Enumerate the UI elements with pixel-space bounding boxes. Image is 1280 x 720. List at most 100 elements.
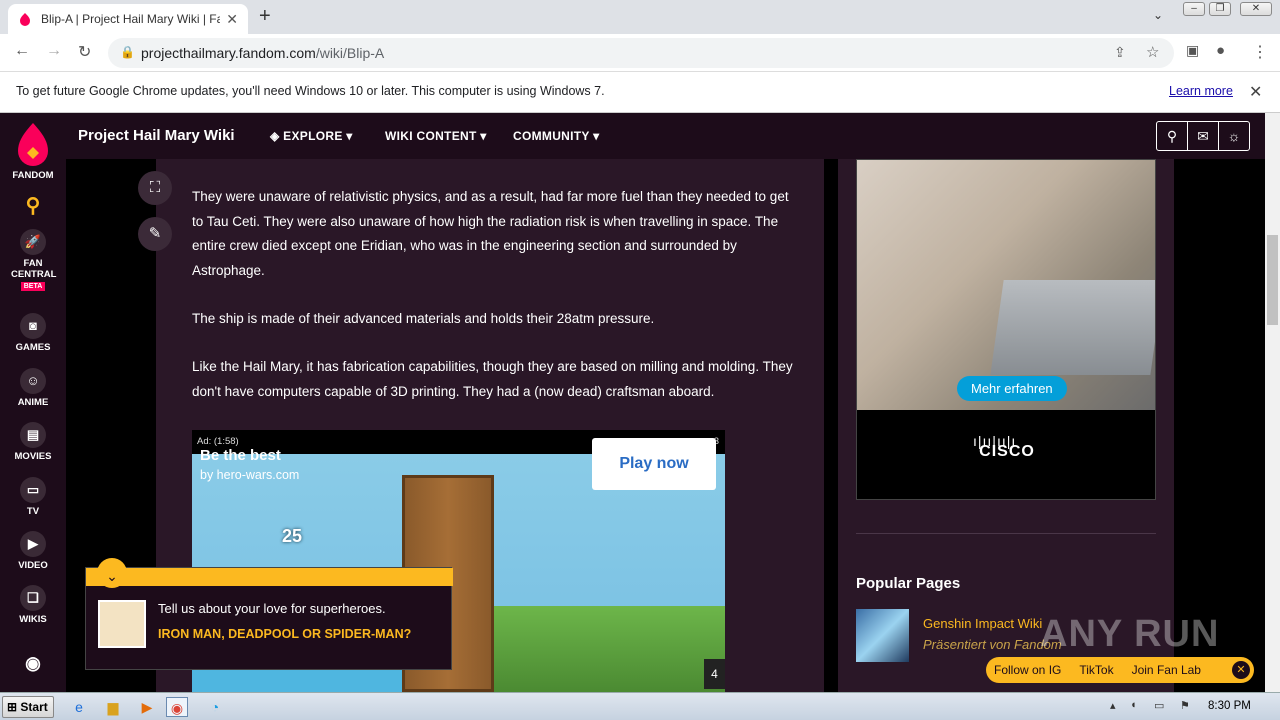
explore-menu[interactable]: ◈ EXPLORE ▾ (270, 129, 353, 143)
fan-lab-link[interactable]: Join Fan Lab (1132, 663, 1201, 677)
learn-more-link[interactable]: Learn more (1169, 84, 1233, 98)
article-paragraph: Like the Hail Mary, it has fabrication c… (192, 359, 793, 399)
cisco-wordmark: CISCO (979, 443, 1035, 460)
tv-icon: ▭ (20, 477, 46, 503)
anime-label: ANIME (17, 397, 49, 408)
active-tab[interactable]: Blip-A | Project Hail Mary Wiki | Fand ✕ (8, 4, 248, 34)
genshin-thumbnail[interactable] (856, 609, 909, 662)
profile-icon[interactable]: ● (1216, 42, 1225, 59)
chrome-icon[interactable]: ◉ (166, 697, 188, 717)
cisco-display-ad[interactable]: Mehr erfahren ı|ıı|ıı|ı CISCO (856, 159, 1156, 500)
taskbar-clock[interactable]: 8:30 PM (1208, 700, 1251, 712)
gamepad-icon: ◙ (20, 313, 46, 339)
ie-icon[interactable]: e (68, 697, 90, 717)
rail-movies[interactable]: ▤ MOVIES (0, 422, 66, 462)
tab-close-icon[interactable]: ✕ (226, 11, 238, 28)
community-label: COMMUNITY (513, 129, 590, 143)
tv-label: TV (26, 506, 40, 517)
follow-ig-link[interactable]: Follow on IG (994, 663, 1061, 677)
header-actions: ⚲ ✉ ☼ (1156, 121, 1250, 151)
games-label: GAMES (15, 342, 51, 353)
play-now-button[interactable]: Play now (592, 438, 716, 490)
ad-score: 25 (282, 526, 303, 546)
address-bar[interactable]: 🔒 projecthailmary.fandom.com/wiki/Blip-A… (108, 38, 1174, 68)
window-close-button[interactable]: ✕ (1240, 2, 1272, 16)
start-label: Start (20, 700, 48, 714)
edge-icon[interactable]: ◔ (204, 697, 226, 717)
wiki-content-menu[interactable]: WIKI CONTENT ▾ (385, 129, 487, 143)
edit-pencil-icon[interactable]: ✎ (138, 217, 172, 251)
new-tab-button[interactable]: + (259, 5, 271, 28)
video-label: VIDEO (18, 560, 48, 571)
windows-taskbar: ⊞ Start e ▆ ▶ ◉ ◔ ▴ ◖ ▭ ⚑ 8:30 PM (0, 692, 1280, 720)
tray-arrow-icon[interactable]: ▴ (1110, 699, 1116, 712)
account-icon[interactable]: ◉ (0, 653, 66, 674)
popup-top-bar (86, 568, 453, 586)
article-paragraph: They were unaware of relativistic physic… (192, 189, 789, 278)
infobar-message: To get future Google Chrome updates, you… (16, 84, 605, 98)
popup-link[interactable]: IRON MAN, DEADPOOL OR SPIDER-MAN? (158, 626, 428, 642)
flag-icon[interactable]: ⚑ (1180, 699, 1190, 712)
close-icon[interactable]: ✕ (1232, 661, 1250, 679)
ad-source: by hero-wars.com (200, 468, 300, 482)
tab-search-chevron-icon[interactable]: ⌄ (1153, 8, 1163, 22)
wiki-title[interactable]: Project Hail Mary Wiki (78, 127, 235, 144)
tab-title: Blip-A | Project Hail Mary Wiki | Fand (41, 12, 221, 26)
menu-kebab-icon[interactable]: ⋮ (1252, 42, 1268, 62)
collapse-chevron-icon[interactable]: ⌄ (97, 558, 127, 588)
ad-label: Ad: (1:58) (197, 436, 239, 447)
bookmark-star-icon[interactable]: ☆ (1146, 43, 1159, 61)
play-icon: ▶ (20, 531, 46, 557)
volume-icon[interactable]: ◖ (1130, 699, 1137, 711)
navigation-bar: ← → ↻ 🔒 projecthailmary.fandom.com/wiki/… (0, 34, 1280, 72)
popup-prompt: Tell us about your love for superheroes. (158, 601, 386, 616)
theme-toggle-icon[interactable]: ☼ (1219, 122, 1249, 150)
restore-button[interactable]: ❐ (1209, 2, 1231, 16)
laptop-image (990, 280, 1155, 375)
fandom-flame-icon (18, 123, 48, 166)
infobar-close-icon[interactable]: ✕ (1249, 82, 1262, 102)
share-icon[interactable]: ⇪ (1114, 44, 1126, 61)
superhero-illustration (98, 600, 146, 648)
community-menu[interactable]: COMMUNITY ▾ (513, 129, 599, 143)
follow-pill: Follow on IG TikTok Join Fan Lab ✕ (986, 657, 1254, 683)
tiktok-link[interactable]: TikTok (1079, 663, 1113, 677)
media-player-icon[interactable]: ▶ (136, 697, 158, 717)
fullscreen-icon[interactable]: ⛶ (138, 171, 172, 205)
rail-fan-central[interactable]: 🚀 FAN CENTRAL BETA (0, 229, 66, 291)
rail-video[interactable]: ▶ VIDEO (0, 531, 66, 571)
reload-icon[interactable]: ↻ (78, 42, 91, 62)
fandom-wordmark: FANDOM (12, 170, 54, 181)
fandom-logo[interactable]: FANDOM (0, 121, 66, 181)
rocket-icon: 🚀 (20, 229, 46, 255)
mehr-erfahren-button[interactable]: Mehr erfahren (957, 376, 1067, 401)
explore-icon: ◈ (270, 129, 284, 143)
back-arrow-icon[interactable]: ← (14, 42, 30, 60)
popular-page-link[interactable]: Genshin Impact Wiki (923, 616, 1042, 631)
side-panel-icon[interactable]: ▣ (1186, 42, 1199, 59)
beta-badge: BETA (20, 282, 46, 291)
rail-tv[interactable]: ▭ TV (0, 477, 66, 517)
popular-pages-heading: Popular Pages (856, 575, 961, 592)
scrollbar-thumb[interactable] (1267, 235, 1278, 325)
network-icon[interactable]: ▭ (1154, 699, 1164, 712)
forward-arrow-icon[interactable]: → (46, 42, 62, 60)
start-button[interactable]: ⊞ Start (2, 696, 54, 718)
page-scrollbar[interactable] (1265, 113, 1280, 692)
divider (856, 533, 1156, 534)
url-path: /wiki/Blip-A (315, 45, 385, 61)
rail-games[interactable]: ◙ GAMES (0, 313, 66, 353)
url-text[interactable]: projecthailmary.fandom.com/wiki/Blip-A (141, 45, 384, 61)
update-infobar: To get future Google Chrome updates, you… (0, 72, 1280, 113)
search-icon[interactable]: ⚲ (1157, 122, 1188, 150)
movies-label: MOVIES (14, 451, 52, 462)
search-icon[interactable]: ⚲ (0, 193, 66, 218)
ad-page-number[interactable]: 4 (704, 659, 725, 689)
lock-icon[interactable]: 🔒 (120, 45, 135, 59)
explorer-folder-icon[interactable]: ▆ (102, 697, 124, 717)
rail-wikis[interactable]: ❏ WIKIS (0, 585, 66, 625)
fandom-favicon-icon (20, 13, 30, 26)
rail-anime[interactable]: ☺ ANIME (0, 368, 66, 408)
minimize-button[interactable]: – (1183, 2, 1205, 16)
discussions-icon[interactable]: ✉ (1188, 122, 1219, 150)
